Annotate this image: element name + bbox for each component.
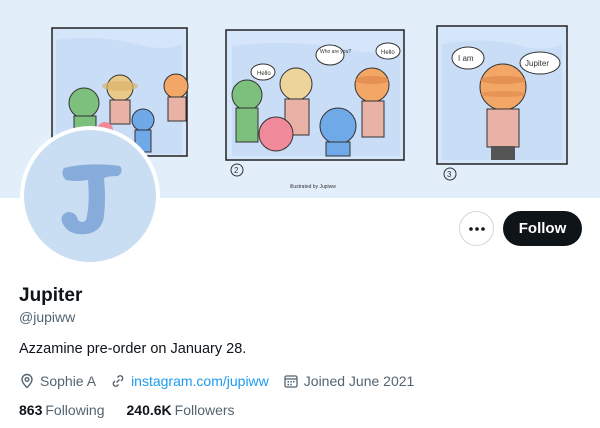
followers-count: 240.6K — [126, 402, 172, 418]
followers-label: Followers — [174, 402, 235, 418]
following-count: 863 — [19, 402, 43, 418]
more-horizontal-icon — [468, 226, 485, 231]
speech-bubble-hello-2: Hello — [381, 50, 395, 56]
location-pin-icon — [21, 373, 33, 389]
comic-panel-2: Hello Who are you? Hello 2 illustrated b… — [225, 29, 405, 190]
speech-bubble-i-am: I am — [458, 54, 474, 63]
speech-bubble-jupiter: Jupiter — [525, 59, 549, 68]
more-options-button[interactable] — [459, 211, 494, 246]
panel-number-2: 2 — [234, 166, 239, 175]
joined-date: Joined June 2021 — [303, 373, 415, 389]
avatar[interactable] — [24, 130, 156, 262]
calendar-icon — [284, 375, 298, 388]
comic-panel-3: I am Jupiter 3 — [436, 25, 568, 181]
display-name: Jupiter — [19, 285, 83, 306]
following-link[interactable]: 863 Following — [19, 402, 105, 418]
profile-meta: Sophie A instagram.com/jupiww Joined Jun… — [19, 371, 428, 391]
location-text: Sophie A — [40, 373, 97, 389]
location-item: Sophie A — [19, 373, 96, 389]
following-label: Following — [45, 402, 105, 418]
followers-link[interactable]: 240.6K Followers — [127, 402, 235, 418]
joined-item: Joined June 2021 — [283, 373, 415, 389]
speech-bubble-who-are-you: Who are you? — [320, 49, 351, 55]
panel-number-3: 3 — [447, 170, 452, 179]
profile-bio: Azzamine pre-order on January 28. — [19, 341, 247, 357]
website-link[interactable]: instagram.com/jupiww — [131, 373, 269, 389]
follow-button[interactable]: Follow — [503, 211, 582, 246]
speech-bubble-hello-1: Hello — [257, 71, 271, 77]
illustration-caption: illustrated by Jupiww — [290, 184, 336, 190]
follow-counts: 863 Following 240.6K Followers — [19, 402, 257, 418]
user-handle: @jupiww — [19, 309, 76, 325]
website-item[interactable]: instagram.com/jupiww — [110, 373, 269, 389]
avatar-letter-j — [61, 164, 122, 235]
link-icon — [112, 375, 124, 387]
